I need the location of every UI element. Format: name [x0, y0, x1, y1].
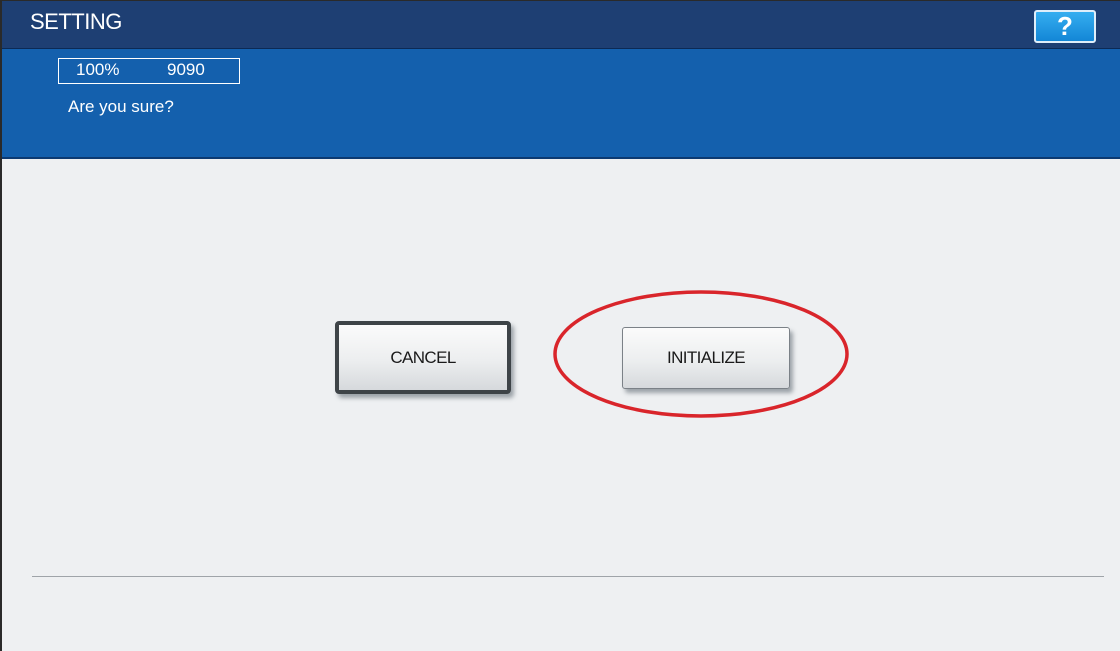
- zoom-ratio: 100%: [76, 60, 120, 79]
- initialize-button[interactable]: INITIALIZE: [622, 327, 790, 389]
- info-bar: 100% 9090 Are you sure?: [2, 49, 1120, 159]
- zoom-count-display: 100% 9090: [58, 58, 240, 84]
- copy-count: 9090: [167, 60, 205, 79]
- cancel-button[interactable]: CANCEL: [335, 321, 511, 394]
- question-mark-icon: ?: [1057, 11, 1073, 41]
- title-bar: SETTING ?: [2, 1, 1120, 49]
- help-button[interactable]: ?: [1034, 10, 1096, 43]
- confirmation-message: Are you sure?: [68, 97, 174, 116]
- footer-divider: [32, 576, 1104, 577]
- setting-screen: SETTING ? 100% 9090 Are you sure? CANCEL…: [0, 0, 1120, 651]
- screen-title: SETTING: [30, 9, 122, 34]
